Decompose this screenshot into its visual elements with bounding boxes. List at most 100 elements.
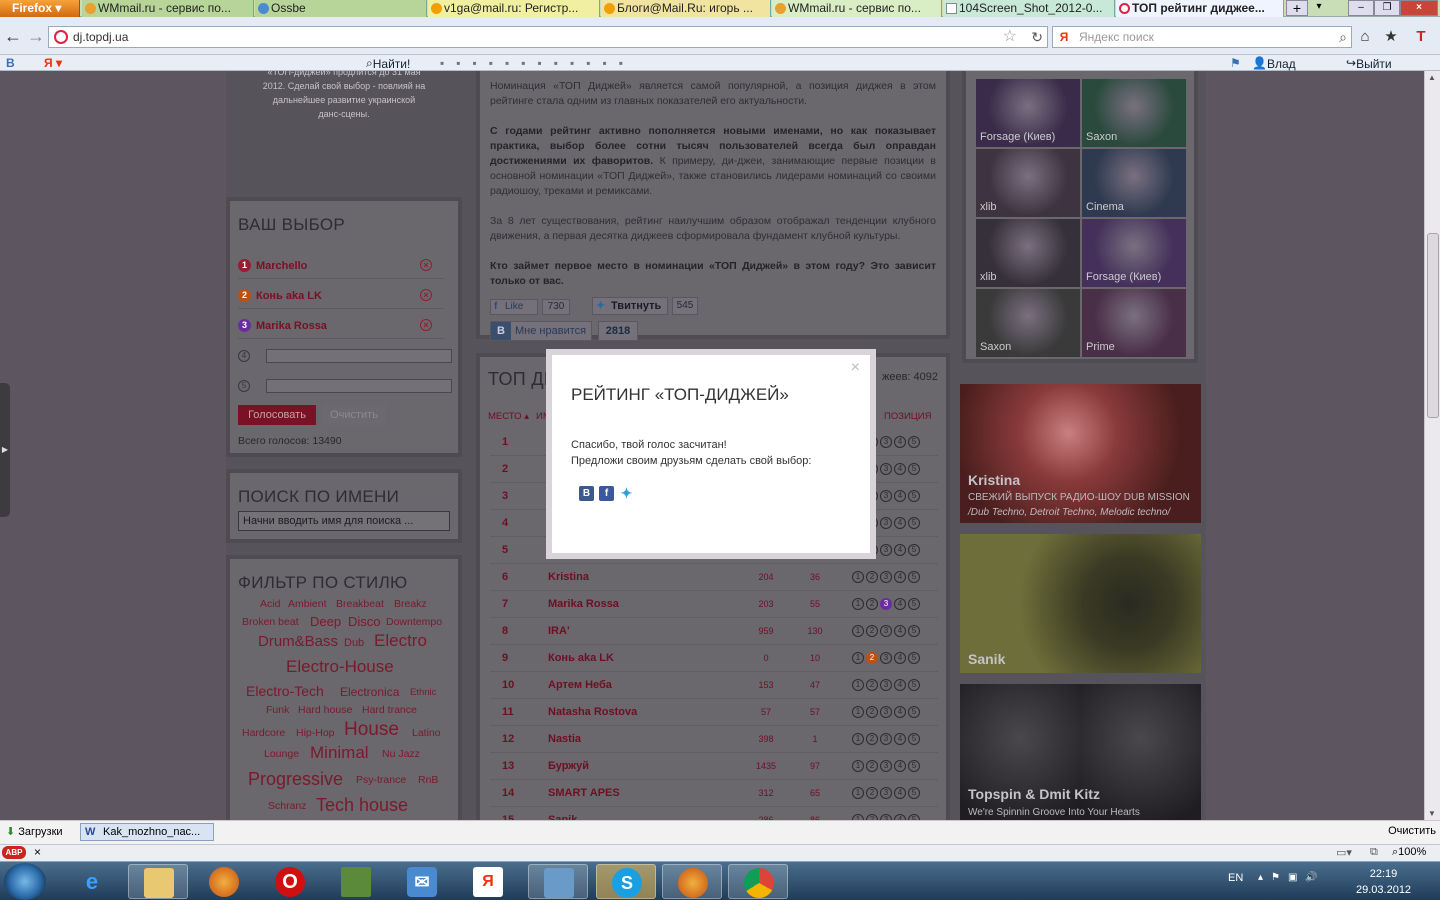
row-dj-name[interactable]: Конь aka LK: [548, 652, 614, 664]
position-choice-2[interactable]: 2: [866, 625, 878, 637]
style-tag[interactable]: Hard house: [298, 704, 352, 716]
banner-sanik[interactable]: Sanik: [960, 534, 1201, 673]
browser-tab[interactable]: 104Screen_Shot_2012-0...: [943, 0, 1115, 17]
taskbar-firefox-active[interactable]: [662, 864, 722, 899]
firefox-menu-button[interactable]: Firefox ▾: [0, 0, 80, 17]
position-choice-5[interactable]: 5: [908, 463, 920, 475]
scroll-down-icon[interactable]: ▼: [1428, 809, 1436, 818]
style-tag[interactable]: Latino: [412, 727, 441, 739]
style-tag[interactable]: Ambient: [288, 598, 327, 610]
browser-tab[interactable]: v1ga@mail.ru: Регистр...: [428, 0, 600, 17]
position-choice-1[interactable]: 1: [852, 706, 864, 718]
slot-input[interactable]: [266, 379, 452, 393]
position-choice-5[interactable]: 5: [908, 598, 920, 610]
position-choice-5[interactable]: 5: [908, 733, 920, 745]
club-photo[interactable]: Forsage (Киев): [1082, 219, 1186, 287]
vk-share-icon[interactable]: B: [579, 486, 594, 501]
position-choice-2[interactable]: 2: [866, 598, 878, 610]
home-icon[interactable]: ⌂: [1354, 27, 1376, 47]
tray-icons[interactable]: ▴⚑▣🔊: [1258, 872, 1326, 883]
style-tag[interactable]: Downtempo: [386, 616, 442, 628]
position-choice-2[interactable]: 2: [866, 760, 878, 772]
position-choice-3[interactable]: 3: [880, 436, 892, 448]
style-tag[interactable]: Minimal: [310, 743, 369, 763]
position-choice-5[interactable]: 5: [908, 679, 920, 691]
style-tag[interactable]: Tech house: [316, 795, 408, 816]
adblock-icon[interactable]: ABP: [2, 846, 26, 859]
tab-list-icon[interactable]: ▾: [1308, 0, 1330, 16]
position-choice-2[interactable]: 2: [866, 679, 878, 691]
row-dj-name[interactable]: Marika Rossa: [548, 598, 619, 610]
scroll-up-icon[interactable]: ▲: [1428, 73, 1436, 82]
position-choice-5[interactable]: 5: [908, 652, 920, 664]
position-choice-5[interactable]: 5: [908, 706, 920, 718]
club-photo[interactable]: Saxon: [1082, 79, 1186, 147]
style-tag[interactable]: Electronica: [340, 685, 399, 699]
style-tag[interactable]: Hardcore: [242, 727, 285, 739]
logout-link[interactable]: ↪ Выйти: [1346, 56, 1392, 71]
zoom-level[interactable]: ⌕100%: [1392, 846, 1426, 859]
taskbar-yandex[interactable]: Я: [458, 864, 518, 899]
vk-like-button[interactable]: B Мне нравится: [490, 321, 592, 341]
position-choice-3[interactable]: 3: [880, 517, 892, 529]
remove-choice-icon[interactable]: ×: [420, 259, 432, 271]
position-choice-1[interactable]: 1: [852, 679, 864, 691]
clear-button[interactable]: Очистить: [322, 405, 386, 425]
position-choice-4[interactable]: 4: [894, 436, 906, 448]
side-panel-toggle[interactable]: ▶: [0, 383, 10, 517]
style-tag[interactable]: Lounge: [264, 748, 299, 760]
style-tag[interactable]: Progressive: [248, 769, 343, 790]
search-icon[interactable]: ⌕: [1339, 27, 1347, 47]
position-choice-1[interactable]: 1: [852, 652, 864, 664]
position-choice-1[interactable]: 1: [852, 733, 864, 745]
position-choice-5[interactable]: 5: [908, 760, 920, 772]
start-button[interactable]: [4, 863, 46, 900]
position-choice-5[interactable]: 5: [908, 571, 920, 583]
search-input[interactable]: Я Яндекс поиск ⌕: [1052, 26, 1352, 48]
position-choice-1[interactable]: 1: [852, 625, 864, 637]
position-choice-1[interactable]: 1: [852, 571, 864, 583]
system-clock[interactable]: 22:19 29.03.2012: [1356, 866, 1411, 898]
style-tag[interactable]: Disco: [348, 614, 381, 629]
position-choice-4[interactable]: 4: [894, 571, 906, 583]
position-choice-4[interactable]: 4: [894, 733, 906, 745]
yandex-icon[interactable]: Я: [1055, 29, 1073, 45]
position-choice-5[interactable]: 5: [908, 625, 920, 637]
position-choice-3[interactable]: 3: [880, 544, 892, 556]
position-choice-3[interactable]: 3: [880, 598, 892, 610]
style-tag[interactable]: Drum&Bass: [258, 633, 338, 650]
club-photo[interactable]: Saxon: [976, 289, 1080, 357]
position-choice-5[interactable]: 5: [908, 787, 920, 799]
style-tag[interactable]: Psy-trance: [356, 774, 406, 786]
style-tag[interactable]: Electro-Tech: [246, 683, 324, 699]
position-choice-4[interactable]: 4: [894, 760, 906, 772]
style-tag[interactable]: Dub: [344, 637, 364, 649]
vote-button[interactable]: Голосовать: [238, 405, 316, 425]
taskbar-opera[interactable]: O: [260, 864, 320, 899]
vk-toolbar-icon[interactable]: B: [6, 56, 15, 70]
position-choice-4[interactable]: 4: [894, 706, 906, 718]
minimize-button[interactable]: –: [1348, 0, 1374, 16]
position-choice-4[interactable]: 4: [894, 652, 906, 664]
position-choice-5[interactable]: 5: [908, 490, 920, 502]
new-tab-button[interactable]: +: [1286, 0, 1308, 16]
position-choice-3[interactable]: 3: [880, 760, 892, 772]
browser-tab[interactable]: Блоги@Mail.Ru: игорь ...: [601, 0, 771, 17]
style-tag[interactable]: Schranz: [268, 800, 307, 812]
row-dj-name[interactable]: Kristina: [548, 571, 589, 583]
style-tag[interactable]: Nu Jazz: [382, 748, 420, 760]
url-bar[interactable]: dj.topdj.ua ☆ ↻: [48, 26, 1048, 48]
bookmarks-menu-icon[interactable]: ★: [1380, 27, 1402, 47]
language-indicator[interactable]: EN: [1228, 872, 1243, 884]
scrollbar-thumb[interactable]: [1427, 233, 1439, 418]
position-choice-3[interactable]: 3: [880, 625, 892, 637]
downloads-button[interactable]: ⬇ Загрузки: [6, 825, 63, 838]
network-icon[interactable]: ⧉: [1370, 846, 1378, 859]
browser-tab[interactable]: Ossbe: [255, 0, 427, 17]
tweet-button[interactable]: ✦ Твитнуть: [592, 297, 668, 315]
row-dj-name[interactable]: Natasha Rostova: [548, 706, 637, 718]
style-tag[interactable]: Acid: [260, 598, 280, 610]
style-tag[interactable]: Electro: [374, 631, 427, 651]
row-dj-name[interactable]: IRA': [548, 625, 570, 637]
position-choice-3[interactable]: 3: [880, 490, 892, 502]
